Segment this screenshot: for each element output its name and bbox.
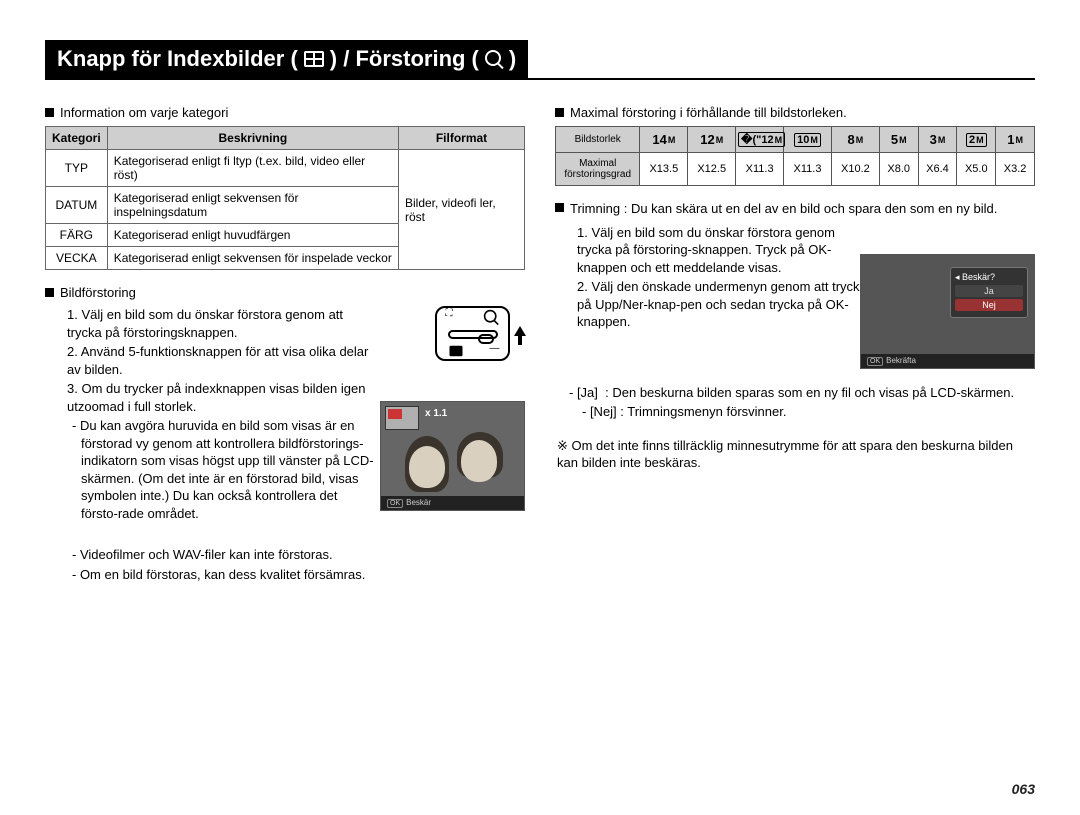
trim-text: Du kan skära ut en del av en bild och sp… [631, 201, 997, 216]
zoom-level-label: x 1.1 [425, 408, 447, 419]
zoom-row2-label-b: förstoringsgrad [564, 169, 631, 180]
th-beskrivning: Beskrivning [107, 127, 398, 150]
title-text-mid: ) / Förstoring ( [330, 46, 479, 72]
left-dash-3: - Om en bild förstoras, kan dess kvalite… [81, 566, 525, 584]
right-column: Maximal förstoring i förhållande till bi… [555, 105, 1035, 585]
zoom-row1-label: Bildstorlek [556, 127, 640, 153]
bullet-icon [45, 288, 54, 297]
zv8: X3.2 [996, 153, 1035, 186]
left-step-3: 3. Om du trycker på indexknappen visas b… [67, 380, 377, 415]
title-text-suffix: ) [509, 46, 516, 72]
page-number: 063 [1012, 781, 1035, 797]
cell-vecka: VECKA [46, 247, 108, 270]
cell-typ: TYP [46, 150, 108, 187]
zoom-table: Bildstorlek 14M 12M �("12M 10M 8M 5M 3M … [555, 126, 1035, 186]
slider-icon [448, 330, 498, 339]
magnify-icon [485, 50, 503, 68]
left-step-2: 2. Använd 5-funktionsknappen för att vis… [67, 343, 377, 378]
left-step-1: 1. Välj en bild som du önskar förstora g… [67, 306, 377, 341]
cell-typ-desc: Kategoriserad enligt fi ltyp (t.ex. bild… [107, 150, 398, 187]
zv6: X6.4 [918, 153, 957, 186]
magnify-icon [483, 310, 497, 324]
th-filformat: Filformat [399, 127, 525, 150]
trim-label: Trimning : [570, 201, 627, 216]
right-nej: - [Nej] : Trimningsmenyn försvinner. [591, 403, 1035, 421]
cell-vecka-desc: Kategoriserad enligt sekvensen för inspe… [107, 247, 398, 270]
thumb-bar-label: Beskär [406, 498, 431, 507]
right-step-2: 2. Välj den önskade undermenyn genom att… [577, 278, 867, 331]
right-ja-text: : Den beskurna bilden sparas som en ny f… [605, 385, 1014, 400]
bullet-icon [555, 108, 564, 117]
zoom-row2-label-a: Maximal [579, 158, 616, 169]
preview-zoomed-image: x 1.1 OKBeskär [380, 401, 525, 511]
expand-icon: ⛶ [446, 308, 453, 326]
zv2: X11.3 [736, 153, 784, 186]
cell-farg: FÄRG [46, 224, 108, 247]
zv1: X12.5 [688, 153, 736, 186]
th-kategori: Kategori [46, 127, 108, 150]
title-text-prefix: Knapp för Indexbilder ( [57, 46, 298, 72]
zoom-button-diagram: ⛶ — [435, 306, 510, 361]
title-bar-container: Knapp för Indexbilder ( ) / Förstoring (… [45, 40, 1035, 80]
zv0: X13.5 [640, 153, 688, 186]
cell-datum: DATUM [46, 187, 108, 224]
category-table: Kategori Beskrivning Filformat TYP Kateg… [45, 126, 525, 270]
right-ja-label: - [Ja] [569, 385, 598, 400]
arrow-up-icon [514, 326, 526, 336]
left-dash-2: - Videofilmer och WAV-filer kan inte för… [81, 546, 525, 564]
page-title: Knapp för Indexbilder ( ) / Förstoring (… [45, 40, 528, 78]
left-column: Information om varje kategori Kategori B… [45, 105, 525, 585]
crop-dialog-header: Beskär? [962, 272, 995, 282]
crop-bar-label: Bekräfta [886, 356, 916, 365]
right-note: ※ Om det inte finns tillräcklig minnesut… [557, 437, 1035, 472]
right-step-1: 1. Välj en bild som du önskar förstora g… [577, 224, 867, 277]
zv5: X8.0 [879, 153, 918, 186]
bullet-icon [555, 203, 564, 212]
preview-crop-dialog: ◂ Beskär? Ja Nej OKBekräfta [860, 254, 1035, 369]
minimap-icon [385, 406, 419, 430]
dash-icon: — [490, 343, 500, 359]
zv7: X5.0 [957, 153, 996, 186]
left-heading: Information om varje kategori [60, 105, 228, 120]
thumbnail-icon [304, 51, 324, 67]
bullet-icon [45, 108, 54, 117]
thumbnail-icon [449, 346, 462, 356]
crop-option-ja[interactable]: Ja [955, 285, 1023, 297]
left-subheading: Bildförstoring [60, 285, 136, 300]
right-heading: Maximal förstoring i förhållande till bi… [570, 105, 847, 120]
crop-option-nej[interactable]: Nej [955, 299, 1023, 311]
cell-farg-desc: Kategoriserad enligt huvudfärgen [107, 224, 398, 247]
zv3: X11.3 [784, 153, 832, 186]
cell-datum-desc: Kategoriserad enligt sekvensen för inspe… [107, 187, 398, 224]
left-dash-1: - Du kan avgöra huruvida en bild som vis… [81, 417, 377, 522]
zv4: X10.2 [831, 153, 879, 186]
crop-dialog-panel: ◂ Beskär? Ja Nej [950, 267, 1028, 318]
cell-formats: Bilder, videofi ler, röst [399, 150, 525, 270]
